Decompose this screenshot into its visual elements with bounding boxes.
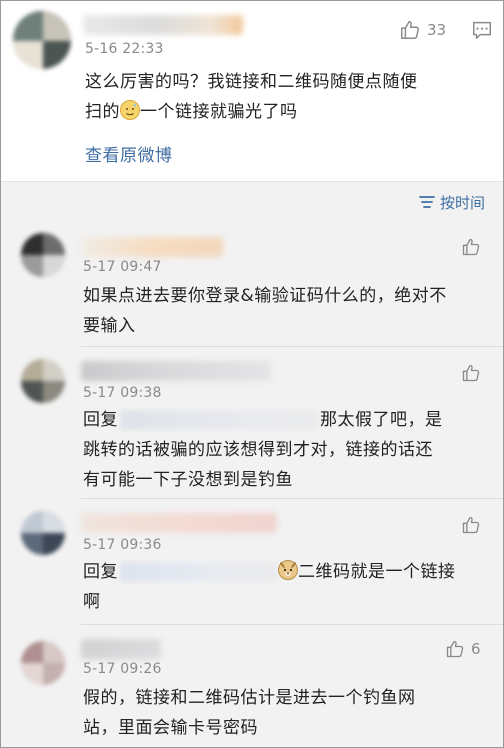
comment-list: 5-17 09:47 如果点进去要你登录&输验证码什么的，绝对不 要输入 5-1… bbox=[1, 221, 503, 747]
thumbs-up-icon bbox=[462, 516, 480, 534]
post-text-line-2: 扫的 一个链接就骗光了吗 bbox=[85, 100, 298, 122]
comment-item: 5-17 09:36 回复 二维码就是一个链接 啊 bbox=[1, 499, 503, 625]
comment-like-count: 6 bbox=[471, 640, 481, 658]
post-like-count: 33 bbox=[427, 21, 447, 39]
username-blurred[interactable] bbox=[81, 361, 271, 381]
comment-timestamp: 5-17 09:36 bbox=[83, 537, 162, 553]
comment-timestamp: 5-17 09:47 bbox=[83, 259, 162, 275]
comment-timestamp: 5-17 09:38 bbox=[83, 385, 162, 401]
username-blurred[interactable] bbox=[83, 15, 243, 35]
sort-by-time-button[interactable]: 按时间 bbox=[418, 190, 485, 214]
thumbs-up-icon bbox=[446, 640, 464, 658]
sweat-smile-emoji bbox=[120, 100, 140, 120]
post-comment-button[interactable] bbox=[471, 19, 493, 41]
comment-text: 回复 那太假了吧，是 跳转的话被骗的应该想得到才对，链接的话还 有可能一下子没想到… bbox=[83, 410, 443, 490]
comment-timestamp: 5-17 09:26 bbox=[83, 661, 162, 677]
avatar[interactable] bbox=[21, 359, 65, 403]
comment-like-button[interactable] bbox=[461, 515, 481, 535]
comment-item: 5-17 09:26 6 假的，链接和二维码估计是进去一个钓鱼网 站，里面会输卡… bbox=[1, 625, 503, 747]
thumbs-up-icon bbox=[462, 238, 480, 256]
comment-text: 如果点进去要你登录&输验证码什么的，绝对不 要输入 bbox=[83, 286, 447, 336]
avatar[interactable] bbox=[21, 233, 65, 277]
view-original-post-link[interactable]: 查看原微博 bbox=[85, 141, 173, 166]
comment-text: 回复 二维码就是一个链接 啊 bbox=[83, 560, 456, 612]
post-like-button[interactable]: 33 bbox=[399, 19, 446, 41]
avatar[interactable] bbox=[21, 641, 65, 685]
username-blurred[interactable] bbox=[81, 639, 161, 659]
reply-username-blurred[interactable] bbox=[120, 562, 276, 582]
post-text: 这么厉害的吗？我链接和二维码随便点随便 扫的 一个链接就骗光了吗 bbox=[85, 67, 495, 127]
comment-text: 假的，链接和二维码估计是进去一个钓鱼网 站，里面会输卡号密码 bbox=[83, 688, 416, 738]
weibo-comment-screen: 5-16 22:33 33 这么厉害的吗？我链接和二维码随便点随便 扫的 一个链… bbox=[0, 0, 504, 748]
username-blurred[interactable] bbox=[81, 513, 277, 533]
avatar[interactable] bbox=[13, 11, 71, 69]
sort-lines-icon bbox=[419, 196, 435, 208]
comment-item: 5-17 09:38 回复 那太假了吧，是 跳转的话被骗的应该想得到才对，链接的话… bbox=[1, 347, 503, 499]
comment-icon bbox=[473, 21, 491, 39]
thumbs-up-icon bbox=[401, 21, 420, 39]
comment-like-button[interactable]: 6 bbox=[445, 639, 481, 659]
doge-emoji bbox=[278, 560, 298, 580]
comment-like-button[interactable] bbox=[461, 363, 481, 383]
post-text-line-1: 这么厉害的吗？我链接和二维码随便点随便 bbox=[85, 72, 418, 92]
main-post: 5-16 22:33 33 这么厉害的吗？我链接和二维码随便点随便 扫的 一个链… bbox=[1, 1, 503, 181]
comment-item: 5-17 09:47 如果点进去要你登录&输验证码什么的，绝对不 要输入 bbox=[1, 221, 503, 347]
username-blurred[interactable] bbox=[81, 237, 223, 257]
sort-bar: 按时间 bbox=[1, 181, 503, 221]
post-timestamp: 5-16 22:33 bbox=[85, 41, 164, 57]
reply-username-blurred[interactable] bbox=[120, 410, 318, 430]
comment-like-button[interactable] bbox=[461, 237, 481, 257]
sort-label: 按时间 bbox=[439, 193, 485, 212]
avatar[interactable] bbox=[21, 511, 65, 555]
thumbs-up-icon bbox=[462, 364, 480, 382]
